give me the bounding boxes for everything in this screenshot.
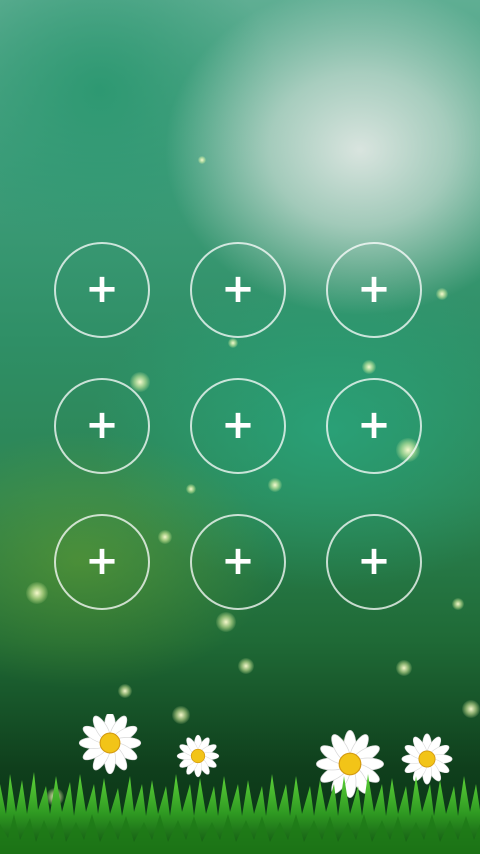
lock-screen: + + + + + + + + + [0,0,480,854]
sparkle [26,582,48,604]
pattern-lock-grid[interactable]: + + + + + + + + + [54,242,426,614]
pattern-dot-9[interactable]: + [326,514,422,610]
daisy-flower-1 [78,714,142,775]
plus-icon: + [357,538,391,584]
daisy-flower-4 [401,733,453,785]
sparkle [118,684,132,698]
plus-icon: + [85,538,119,584]
daisy-meadow-illustration [0,714,480,854]
pattern-dot-8[interactable]: + [190,514,286,610]
sparkle [198,156,206,164]
plus-icon: + [357,266,391,312]
sparkle [396,660,412,676]
daisy-flower-3 [315,729,385,799]
daisy-flower-2 [176,734,220,778]
plus-icon: + [85,402,119,448]
pattern-dot-7[interactable]: + [54,514,150,610]
sparkle [436,288,448,300]
plus-icon: + [85,266,119,312]
plus-icon: + [221,538,255,584]
pattern-dot-4[interactable]: + [54,378,150,474]
plus-icon: + [357,402,391,448]
plus-icon: + [221,402,255,448]
sparkle [238,658,254,674]
sparkle [216,612,236,632]
pattern-dot-5[interactable]: + [190,378,286,474]
sparkle [452,598,464,610]
plus-icon: + [221,266,255,312]
pattern-dot-6[interactable]: + [326,378,422,474]
pattern-dot-3[interactable]: + [326,242,422,338]
pattern-dot-1[interactable]: + [54,242,150,338]
pattern-dot-2[interactable]: + [190,242,286,338]
